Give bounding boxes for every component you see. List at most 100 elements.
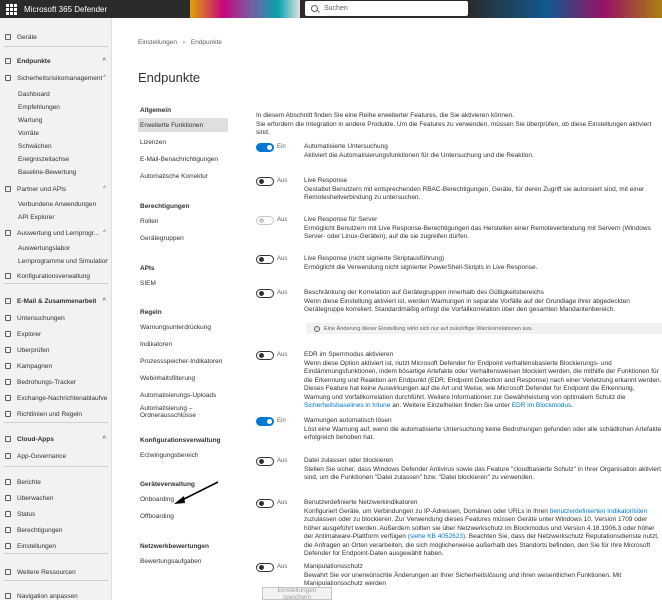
feature-title: Live Response (nicht signierte Skriptaus… xyxy=(304,255,445,262)
feature-text: Automatisierte Untersuchung Aktiviert die… xyxy=(304,143,662,160)
nav-item[interactable]: Exchange-Nachrichtenablaufverf... xyxy=(0,392,112,404)
nav-item[interactable]: Konfigurationsverwaltung xyxy=(0,270,112,282)
settings-nav-item[interactable]: SIEM xyxy=(138,276,228,290)
nav-item[interactable]: Schwächen xyxy=(0,140,112,152)
nav-item[interactable]: Ereigniszeitachse xyxy=(0,153,112,165)
breadcrumb-root[interactable]: Einstellungen xyxy=(138,39,177,46)
feature-description: Aktiviert die Automatisierungsfunktionen… xyxy=(304,152,662,161)
feature-toggle[interactable] xyxy=(256,563,274,572)
nav-item-label: API Explorer xyxy=(18,213,55,221)
nav-item-label: Geräte xyxy=(17,33,37,41)
feature-toggle[interactable] xyxy=(256,499,274,508)
nav-item-icon xyxy=(5,411,11,417)
settings-nav-item[interactable]: Erzwingungsbereich xyxy=(138,448,228,462)
app-launcher-icon[interactable] xyxy=(4,2,18,16)
feature-toggle[interactable] xyxy=(256,417,274,426)
feature-title: Manipulationsschutz xyxy=(304,563,363,570)
nav-item-icon xyxy=(5,58,11,64)
chevron-up-icon[interactable]: ^ xyxy=(102,436,106,442)
save-settings-button[interactable]: Einstellungen speichern xyxy=(262,587,332,600)
nav-item[interactable]: API Explorer xyxy=(0,211,112,223)
nav-item[interactable]: Berichte xyxy=(0,476,112,488)
nav-item-icon xyxy=(5,436,11,442)
feature-text: Beschränkung der Korrelation auf Geräteg… xyxy=(304,289,662,315)
nav-item-label: Konfigurationsverwaltung xyxy=(17,272,90,280)
nav-item-label: Exchange-Nachrichtenablaufverf... xyxy=(17,394,107,402)
nav-item[interactable]: Dashboard xyxy=(0,88,112,100)
feature-link[interactable]: benutzerdefinierten Indikatorlisten xyxy=(550,508,648,515)
nav-item[interactable]: Lernprogramme und Simulationen xyxy=(0,255,112,267)
nav-item[interactable]: Bedrohungs-Tracker xyxy=(0,376,112,388)
feature-toggle[interactable] xyxy=(256,289,274,298)
nav-separator xyxy=(4,46,108,47)
settings-nav-item[interactable]: Gerätegruppen xyxy=(138,231,228,245)
nav-item-label: Endpunkte xyxy=(17,57,51,65)
settings-nav-item[interactable]: Rollen xyxy=(138,214,228,228)
nav-item[interactable]: Weitere Ressourcen xyxy=(0,566,112,578)
feature-description: Löst eine Warnung auf, wenn die automati… xyxy=(304,426,662,443)
settings-nav-item[interactable]: Erweiterte Funktionen xyxy=(138,118,228,132)
nav-item[interactable]: Auswertung und Lernprogr... ^ xyxy=(0,227,112,239)
annotation-arrow-icon xyxy=(174,481,219,504)
nav-item[interactable]: Auswertungslabor xyxy=(0,242,112,254)
settings-nav-item[interactable]: Prozessspeicher-Indikatoren xyxy=(138,354,228,368)
feature-toggle[interactable] xyxy=(256,177,274,186)
nav-item-label: Ereigniszeitachse xyxy=(18,155,69,163)
nav-item[interactable]: Kampagnen xyxy=(0,360,112,372)
chevron-up-icon[interactable]: ^ xyxy=(103,186,106,192)
search-placeholder: Suchen xyxy=(324,5,348,12)
toggle-state-label: Aus xyxy=(277,500,288,506)
nav-item[interactable]: Überprüfen xyxy=(0,344,112,356)
nav-item[interactable]: Cloud-Apps ^ xyxy=(0,433,112,445)
feature-link[interactable]: EDR im Blockmodus xyxy=(512,402,572,409)
nav-item[interactable]: Überwachen xyxy=(0,492,112,504)
nav-item[interactable]: Explorer xyxy=(0,328,112,340)
nav-item[interactable]: Geräte xyxy=(0,31,112,43)
feature-toggle[interactable] xyxy=(256,351,274,360)
nav-separator xyxy=(4,283,108,284)
nav-item[interactable]: Verbundene Anwendungen xyxy=(0,198,112,210)
feature-description-text: an. Weitere Einzelheiten finden Sie unte… xyxy=(392,402,510,409)
chevron-up-icon[interactable]: ^ xyxy=(103,75,106,81)
nav-item[interactable]: Sicherheitsrisikomanagement ^ xyxy=(0,72,112,84)
nav-item[interactable]: Status xyxy=(0,508,112,520)
chevron-up-icon[interactable]: ^ xyxy=(102,58,106,64)
chevron-up-icon[interactable]: ^ xyxy=(102,298,106,304)
nav-item[interactable]: Richtlinien und Regeln xyxy=(0,408,112,420)
settings-nav-item[interactable]: Bewertungsaufgaben xyxy=(138,554,228,568)
nav-item[interactable]: Partner und APIs ^ xyxy=(0,183,112,195)
nav-item[interactable]: App-Governance xyxy=(0,450,112,462)
settings-nav-item[interactable]: Indikatoren xyxy=(138,337,228,351)
feature-toggle[interactable] xyxy=(256,255,274,264)
nav-item[interactable]: Endpunkte ^ xyxy=(0,55,112,67)
feature-toggle[interactable] xyxy=(256,457,274,466)
chevron-up-icon[interactable]: ^ xyxy=(103,230,106,236)
search-input[interactable]: Suchen xyxy=(305,1,468,16)
nav-item[interactable]: Wartung xyxy=(0,114,112,126)
feature-link[interactable]: (siehe KB 4052623) xyxy=(408,533,465,540)
feature-description: Gestattet Benutzern mit entsprechenden R… xyxy=(304,186,662,203)
feature-toggle[interactable] xyxy=(256,143,274,152)
nav-item-label: Auswertungslabor xyxy=(18,244,71,252)
nav-item[interactable]: E-Mail & Zusammenarbeit ^ xyxy=(0,295,112,307)
nav-item[interactable]: Navigation anpassen xyxy=(0,590,112,600)
nav-item[interactable]: Berechtigungen xyxy=(0,524,112,536)
nav-item[interactable]: Einstellungen xyxy=(0,540,112,552)
feature-link[interactable]: Sicherheitsbaselines in Intune xyxy=(304,402,390,409)
feature-description-text: . xyxy=(571,402,574,409)
nav-item[interactable]: Vorräte xyxy=(0,127,112,139)
settings-nav-item[interactable]: Webinhaltsfilterung xyxy=(138,371,228,385)
settings-nav-item[interactable]: E-Mail-Benachrichtigungen xyxy=(138,152,228,166)
settings-nav-item[interactable]: Warnungsunterdrückung xyxy=(138,320,228,334)
breadcrumb: Einstellungen › Endpunkte xyxy=(138,39,222,46)
nav-item[interactable]: Untersuchungen xyxy=(0,312,112,324)
info-notice: i Eine Änderung dieser Einstellung wirkt … xyxy=(306,323,662,334)
settings-nav-item[interactable]: Automatisierungs-Uploads xyxy=(138,388,228,402)
settings-nav-item[interactable]: Automatische Korrektur xyxy=(138,169,228,183)
settings-nav-item[interactable]: Lizenzen xyxy=(138,135,228,149)
nav-item[interactable]: Baseline-Bewertung xyxy=(0,166,112,178)
settings-nav-item[interactable]: Offboarding xyxy=(138,509,228,523)
nav-item-label: Baseline-Bewertung xyxy=(18,168,77,176)
settings-nav-item[interactable]: Automatisierung – Ordnerausschlüsse xyxy=(138,405,228,419)
nav-item[interactable]: Empfehlungen xyxy=(0,101,112,113)
